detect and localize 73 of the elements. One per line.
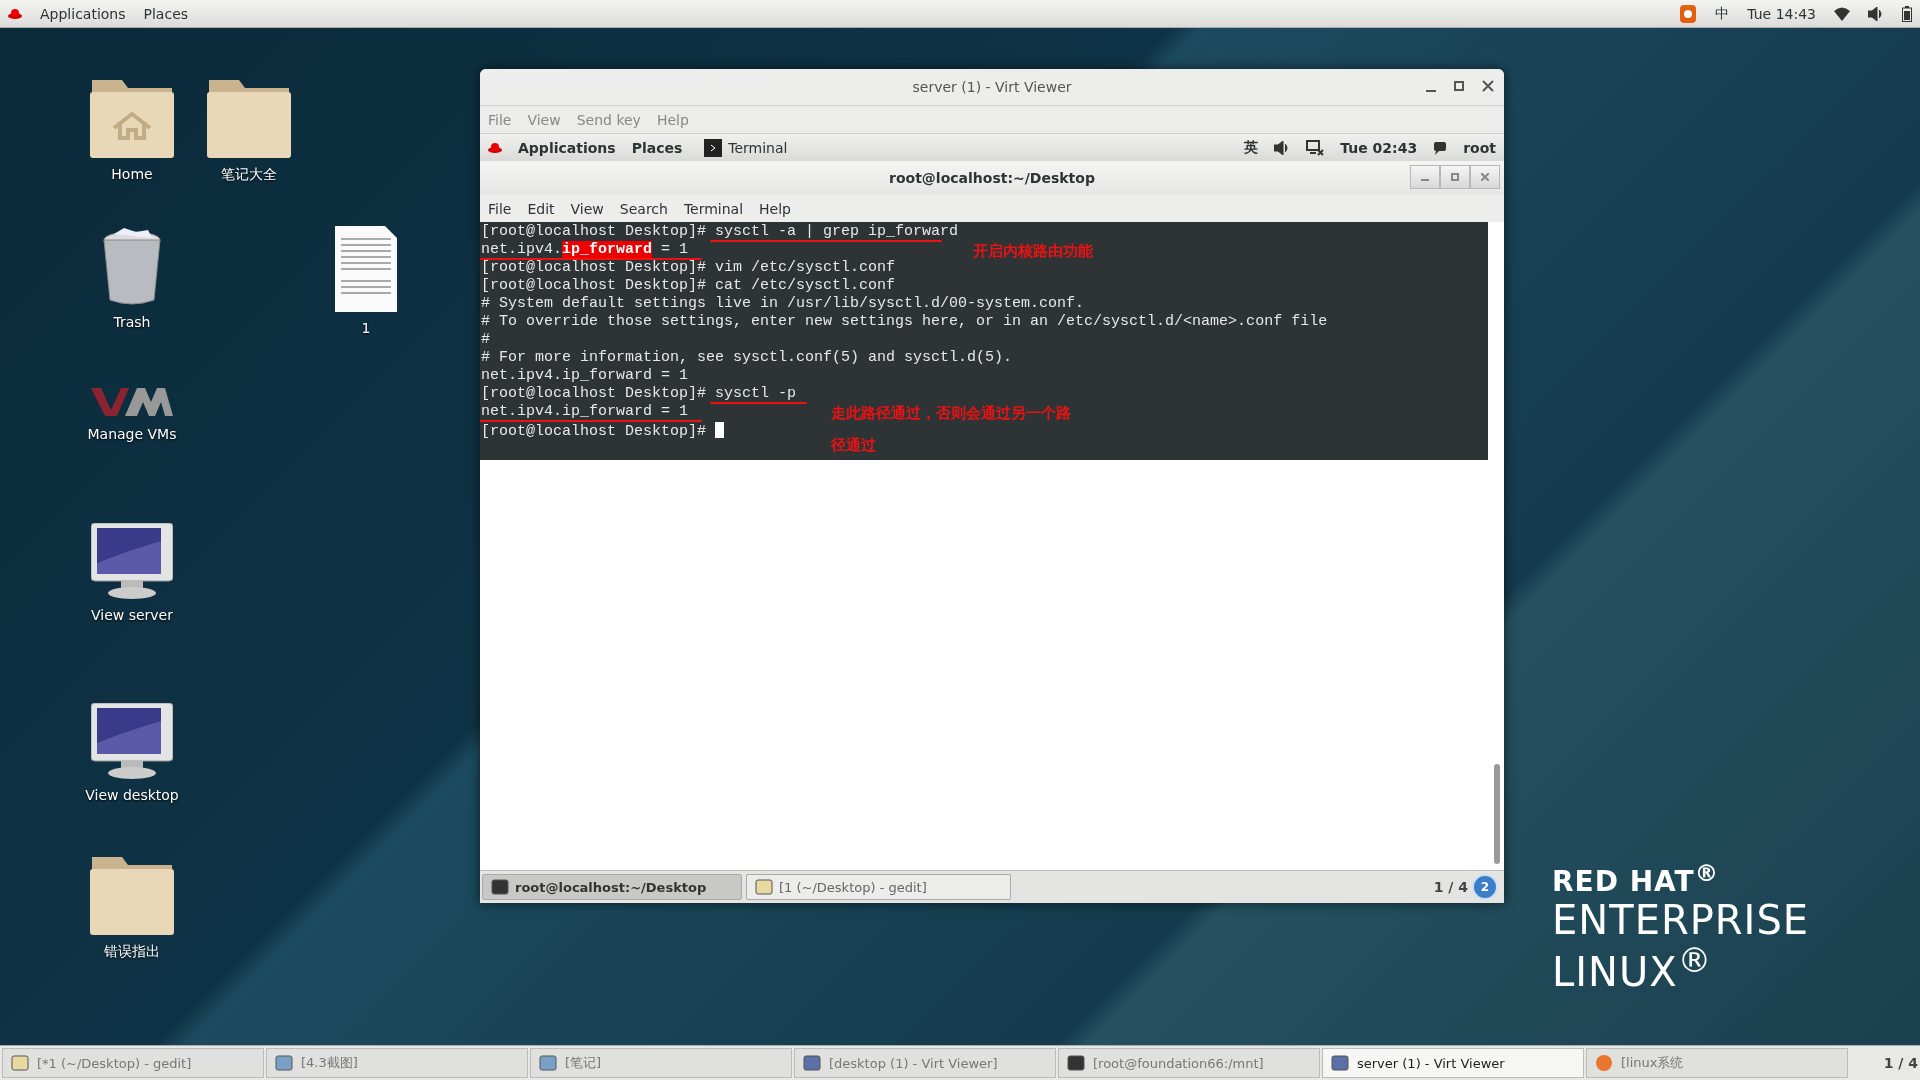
alert-icon[interactable] bbox=[1679, 3, 1698, 24]
icon-label[interactable]: Trash bbox=[113, 314, 151, 330]
hat-logo-icon bbox=[488, 141, 502, 154]
annotation-note: 径通过 bbox=[831, 436, 876, 454]
taskbar-button[interactable]: [linux系统 bbox=[1586, 1048, 1848, 1078]
terminal-line: # For more information, see sysctl.conf(5) and sysctl.d(5). bbox=[480, 350, 1013, 366]
minimize-button[interactable] bbox=[1410, 165, 1440, 189]
top-menu[interactable]: Places bbox=[143, 5, 189, 22]
trash-icon bbox=[100, 226, 164, 306]
taskbar-button[interactable]: server (1) - Virt Viewer bbox=[1322, 1048, 1584, 1078]
terminal-line: # System default settings live in /usr/lib/sysctl.d/00-system.conf. bbox=[480, 296, 1085, 312]
taskbar-button[interactable]: root@localhost:~/Desktop bbox=[482, 874, 742, 900]
icon-label[interactable]: 1 bbox=[361, 320, 371, 336]
menu-item[interactable]: Help bbox=[759, 200, 791, 217]
window-title: server (1) - Virt Viewer bbox=[912, 79, 1072, 95]
brand-logo-text: ENTERPRISE bbox=[1552, 900, 1810, 941]
volume-icon[interactable] bbox=[1868, 6, 1884, 21]
battery-icon[interactable] bbox=[1902, 5, 1912, 22]
taskbar-button[interactable]: [笔记] bbox=[530, 1048, 792, 1078]
terminal-line: net.ipv4.ip_forward = 1 bbox=[480, 404, 689, 420]
brand-logo-text: LINUX$^{®}$ bbox=[1552, 944, 1713, 993]
menu-item[interactable]: Search bbox=[619, 200, 668, 217]
input-method-indicator[interactable]: 英 bbox=[1244, 138, 1259, 157]
top-menu[interactable]: Applications bbox=[40, 5, 126, 22]
clock[interactable]: Tue 14:43 bbox=[1747, 5, 1816, 22]
terminal-line: [root@localhost Desktop]# sysctl -p bbox=[480, 386, 797, 402]
maximize-icon[interactable] bbox=[1454, 78, 1464, 94]
hat-logo-icon bbox=[8, 7, 22, 20]
annotation-note: 走此路径通过，否则会通过另一个路 bbox=[831, 404, 1071, 422]
terminal-app-button[interactable]: Terminal bbox=[698, 136, 794, 159]
workspace-pager[interactable]: 1 / 4 bbox=[1433, 879, 1468, 895]
text-cursor bbox=[715, 422, 725, 438]
close-button[interactable] bbox=[1470, 165, 1500, 189]
guest-menu[interactable]: Applications bbox=[518, 139, 616, 156]
taskbar-button[interactable]: [root@foundation66:/mnt] bbox=[1058, 1048, 1320, 1078]
vm-logo-icon bbox=[91, 386, 173, 418]
notification-badge[interactable]: 2 bbox=[1472, 874, 1498, 900]
menu-item[interactable]: File bbox=[488, 200, 512, 217]
taskbar-button[interactable]: [1 (~/Desktop) - gedit] bbox=[746, 874, 1011, 900]
volume-icon[interactable] bbox=[1274, 140, 1291, 155]
user-name[interactable]: root bbox=[1463, 139, 1496, 156]
maximize-button[interactable] bbox=[1440, 165, 1470, 189]
terminal-line: net.ipv4.ip_forward = 1 bbox=[480, 242, 689, 258]
workspace-pager[interactable]: 1 / 4 bbox=[1883, 1055, 1918, 1071]
icon-label[interactable]: Home bbox=[111, 166, 153, 182]
terminal-line: [root@localhost Desktop]# bbox=[480, 422, 725, 438]
guest-menu[interactable]: Places bbox=[631, 139, 683, 156]
clock[interactable]: Tue 02:43 bbox=[1340, 139, 1418, 156]
terminal-line: # To override those settings, enter new settings here, or in an /etc/sysctl.d/<name>.conf file bbox=[480, 314, 1328, 330]
menu-item[interactable]: Terminal bbox=[683, 200, 744, 217]
terminal-title: root@localhost:~/Desktop bbox=[889, 170, 1095, 186]
terminal-line: [root@localhost Desktop]# vim /etc/sysctl.conf bbox=[480, 260, 896, 276]
close-icon[interactable] bbox=[1482, 78, 1494, 94]
input-method-indicator[interactable]: 中 bbox=[1715, 4, 1730, 23]
close-icon bbox=[1481, 173, 1489, 181]
terminal-line: # bbox=[480, 332, 490, 348]
taskbar-button[interactable]: [4.3截图] bbox=[266, 1048, 528, 1078]
taskbar-button[interactable]: [*1 (~/Desktop) - gedit] bbox=[2, 1048, 264, 1078]
brand-logo-text: RED HAT$^{®}$ bbox=[1552, 862, 1721, 897]
icon-label[interactable]: View server bbox=[91, 607, 173, 623]
terminal-line: [root@localhost Desktop]# cat /etc/sysctl.conf bbox=[480, 278, 896, 294]
menu-item[interactable]: View bbox=[570, 200, 604, 217]
annotation-note: 开启内核路由功能 bbox=[973, 242, 1093, 260]
terminal-line: net.ipv4.ip_forward = 1 bbox=[480, 368, 689, 384]
network-icon[interactable] bbox=[1306, 139, 1325, 156]
menu-item[interactable]: Edit bbox=[527, 200, 555, 217]
icon-label[interactable]: 错误指出 bbox=[104, 943, 160, 961]
icon-label[interactable]: 笔记大全 bbox=[221, 166, 277, 184]
maximize-icon bbox=[1451, 173, 1459, 181]
terminal-line: [root@localhost Desktop]# sysctl -a | grep ip_forward bbox=[480, 224, 959, 240]
icon-label[interactable]: Manage VMs bbox=[87, 426, 177, 442]
wifi-icon[interactable] bbox=[1834, 6, 1850, 21]
icon-label[interactable]: View desktop bbox=[85, 787, 179, 803]
